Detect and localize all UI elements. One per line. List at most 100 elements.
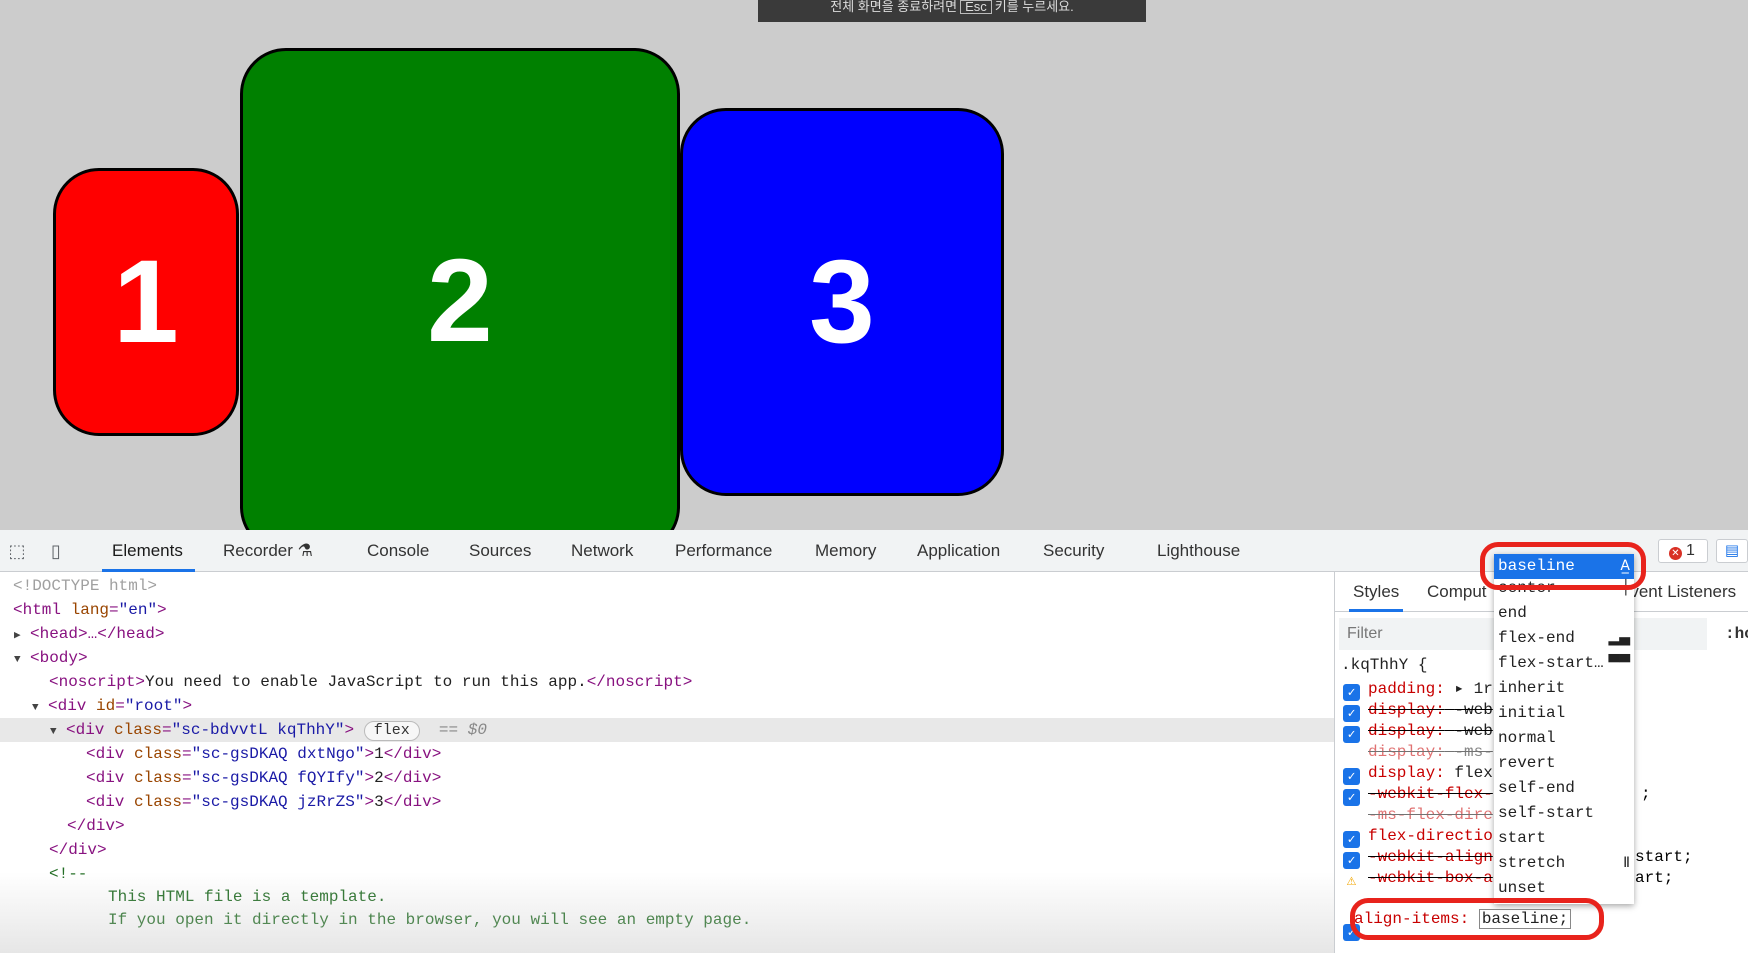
dom-line-html[interactable]: <html lang="en"> [0,598,1334,622]
flex-badge[interactable]: flex [363,721,420,741]
tab-performance[interactable]: Performance [675,530,772,572]
right-fragment-3: art; [1635,869,1674,887]
tab-security[interactable]: Security [1043,530,1104,572]
css-prop-padding[interactable]: ✓ padding: ▸ 1re [1343,679,1502,701]
tab-console[interactable]: Console [367,530,429,572]
issues-icon[interactable]: ▤ [1716,539,1748,563]
css-prop-display-flex[interactable]: ✓ display: flex [1343,763,1493,785]
autocomplete-option-inherit[interactable]: inherit [1494,676,1634,701]
flex-div-tag: <div [66,721,105,739]
dom-line-flex-container[interactable]: ▼ <div class="sc-bdvvtL kqThhY"> flex == … [0,718,1334,742]
comment-line-2: If you open it directly in the browser, … [108,911,752,929]
autocomplete-option-stretch[interactable]: stretch Ⅱ [1494,851,1634,876]
checkbox-icon[interactable]: ✓ [1343,852,1360,869]
dom-line-div-close-2[interactable]: </div> [0,838,1334,862]
root-id-attr: id [96,697,116,715]
align-end-icon: ▂▄ [1608,630,1630,646]
checkbox-icon[interactable]: ✓ [1343,768,1360,785]
page-viewport: 전체 화면을 종료하려면 Esc 키를 누르세요. 1 2 3 [0,0,1748,530]
css-value-autocomplete: baseline A̲ center ╪ end flex-end ▂▄ flex-s… [1494,554,1634,904]
align-items-editor[interactable]: align-items: baseline; [1354,906,1572,932]
checkbox-icon[interactable]: ✓ [1343,789,1360,806]
checkbox-icon[interactable] [1343,742,1360,759]
dom-line-child-1[interactable]: <div class="sc-gsDKAQ dxtNgo">1</div> [0,742,1334,766]
checkbox-icon[interactable]: ✓ [1343,831,1360,848]
align-start-icon: ▀▀ [1608,655,1630,671]
flex-div-class-attr: class [114,721,163,739]
collapse-triangle-icon[interactable]: ▼ [50,720,66,744]
noscript-close: </noscript> [586,673,693,691]
tab-computed[interactable]: Comput [1427,572,1487,612]
autocomplete-option-start[interactable]: start [1494,826,1634,851]
child-2-text: 2 [374,769,384,787]
tab-application[interactable]: Application [917,530,1000,572]
autocomplete-option-flex-end[interactable]: flex-end ▂▄ [1494,626,1634,651]
elements-tree: <!DOCTYPE html> <html lang="en"> ▶ <head>… [0,572,1334,953]
dom-line-child-2[interactable]: <div class="sc-gsDKAQ fQYIfy">2</div> [0,766,1334,790]
devtools-tabbar: ⬚ ▯ Elements Recorder ⚗ Console Sources … [0,530,1748,572]
checkbox-icon[interactable] [1343,805,1360,822]
css-prop-display-3[interactable]: display: -ms- [1343,742,1493,763]
dom-line-noscript[interactable]: <noscript>You need to enable JavaScript … [0,670,1334,694]
checkbox-icon[interactable]: ✓ [1343,705,1360,722]
expand-triangle-icon[interactable]: ▶ [14,624,30,648]
child-1-text: 1 [374,745,384,763]
css-prop-webkit-box-align[interactable]: ⚠ -webkit-box-a [1343,868,1493,890]
dom-line-body[interactable]: ▼ <body> [0,646,1334,670]
stretch-icon: Ⅱ [1623,855,1630,871]
tab-recorder-label: Recorder [223,541,293,560]
child-3-text: 3 [374,793,384,811]
collapse-triangle-icon[interactable]: ▼ [14,648,30,672]
tab-network[interactable]: Network [571,530,633,572]
checkbox-icon[interactable]: ✓ [1343,684,1360,701]
error-count-badge[interactable]: ✕ 1 [1658,539,1708,563]
body-tag: <body> [30,649,88,667]
flex-item-2[interactable]: 2 [240,48,680,530]
autocomplete-option-normal[interactable]: normal [1494,726,1634,751]
tab-memory[interactable]: Memory [815,530,876,572]
dom-line-doctype[interactable]: <!DOCTYPE html> [0,574,1334,598]
device-toolbar-icon[interactable]: ▯ [45,540,67,562]
fullscreen-toast: 전체 화면을 종료하려면 Esc 키를 누르세요. [758,0,1146,22]
css-prop-webkit-flex[interactable]: ✓ -webkit-flex- [1343,784,1493,806]
css-prop-ms-flex-direction[interactable]: -ms-flex-dire [1343,805,1493,826]
flex-item-1[interactable]: 1 [53,168,239,436]
autocomplete-option-unset[interactable]: unset [1494,876,1634,901]
autocomplete-option-center[interactable]: center ╪ [1494,576,1634,601]
dom-line-div-close-1[interactable]: </div> [0,814,1334,838]
autocomplete-option-self-end[interactable]: self-end [1494,776,1634,801]
autocomplete-option-revert[interactable]: revert [1494,751,1634,776]
autocomplete-option-initial[interactable]: initial [1494,701,1634,726]
css-prop-webkit-align[interactable]: ✓ -webkit-align [1343,847,1493,869]
autocomplete-option-end[interactable]: end [1494,601,1634,626]
css-prop-flex-direction[interactable]: ✓ flex-directio [1343,826,1493,848]
css-prop-display-1[interactable]: ✓ display: -web [1343,700,1493,722]
checkbox-icon[interactable]: ✓ [1343,726,1360,743]
tab-lighthouse[interactable]: Lighthouse [1157,530,1240,572]
noscript-open: <noscript> [49,673,146,691]
autocomplete-option-self-start[interactable]: self-start [1494,801,1634,826]
hover-state-toggle[interactable]: :ho [1725,618,1748,650]
dom-line-head[interactable]: ▶ <head>…</head> [0,622,1334,646]
dom-line-root[interactable]: ▼ <div id="root"> [0,694,1334,718]
flex-item-3[interactable]: 3 [680,108,1004,496]
dom-line-child-3[interactable]: <div class="sc-gsDKAQ jzRrZS">3</div> [0,790,1334,814]
autocomplete-option-flex-start[interactable]: flex-start… ▀▀ [1494,651,1634,676]
dom-line-comment-open[interactable]: <!-- [0,862,1334,886]
comment-open: <!-- [49,865,88,883]
tab-elements[interactable]: Elements [102,530,195,572]
collapse-triangle-icon[interactable]: ▼ [32,696,48,720]
inspect-element-icon[interactable]: ⬚ [6,540,28,562]
css-selector[interactable]: .kqThhY { [1341,654,1427,676]
div-close-tag: </div> [49,841,107,859]
edit-prop-value[interactable]: baseline; [1478,909,1572,929]
flask-icon: ⚗ [297,541,313,560]
dom-line-comment-1: This HTML file is a template. [0,885,1334,909]
comment-line-1: This HTML file is a template. [108,888,387,906]
tab-styles[interactable]: Styles [1349,572,1404,612]
tab-recorder[interactable]: Recorder ⚗ [223,530,313,572]
tab-sources[interactable]: Sources [469,530,531,572]
tab-event-listeners[interactable]: Event Listeners [1619,572,1736,612]
css-prop-display-2[interactable]: ✓ display: -web [1343,721,1493,743]
head-tag: <head>…</head> [30,625,165,643]
